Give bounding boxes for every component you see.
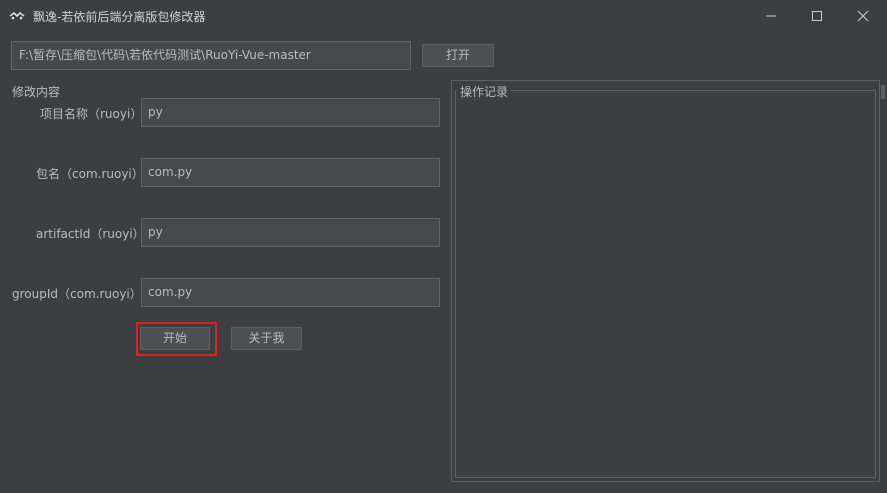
group-id-label: groupId（com.ruoyi） [12,287,142,301]
log-textarea[interactable] [455,90,876,478]
package-name-label: 包名（com.ruoyi） [36,167,144,181]
close-icon [857,10,869,22]
start-button[interactable]: 开始 [140,327,210,350]
path-input[interactable]: F:\暂存\压缩包\代码\若依代码测试\RuoYi-Vue-master [11,41,411,70]
maximize-icon [812,11,822,21]
minimize-icon [766,15,776,17]
artifact-id-input[interactable]: py [141,218,440,247]
about-button[interactable]: 关于我 [231,327,302,350]
window-title: 飘逸-若依前后端分离版包修改器 [33,10,206,24]
project-name-input[interactable]: py [141,98,440,127]
project-name-label: 项目名称（ruoyi） [40,107,143,121]
app-logo-icon [9,11,25,20]
scrollbar[interactable] [881,85,885,99]
title-bar: 飘逸-若依前后端分离版包修改器 [0,0,887,32]
group-id-input[interactable]: com.py [141,278,440,307]
log-panel-title: 操作记录 [457,83,512,100]
close-button[interactable] [840,0,886,32]
app-window: 飘逸-若依前后端分离版包修改器 F:\暂存\压缩包\代码\若依代码测试\RuoY… [0,0,887,493]
open-button[interactable]: 打开 [422,44,494,67]
package-name-input[interactable]: com.py [141,158,440,187]
artifact-id-label: artifactId（ruoyi） [36,227,145,241]
maximize-button[interactable] [794,0,840,32]
modify-section-title: 修改内容 [12,85,61,99]
minimize-button[interactable] [748,0,794,32]
